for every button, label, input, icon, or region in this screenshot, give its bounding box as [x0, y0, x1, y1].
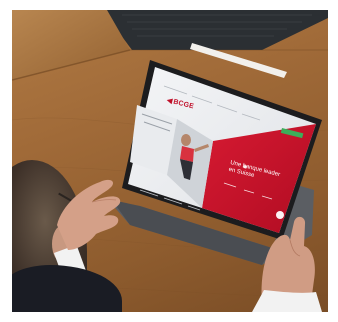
photo-scene: ◀BCGE Une banque leader en Suisse: [12, 10, 328, 312]
right-hand: [252, 216, 322, 312]
